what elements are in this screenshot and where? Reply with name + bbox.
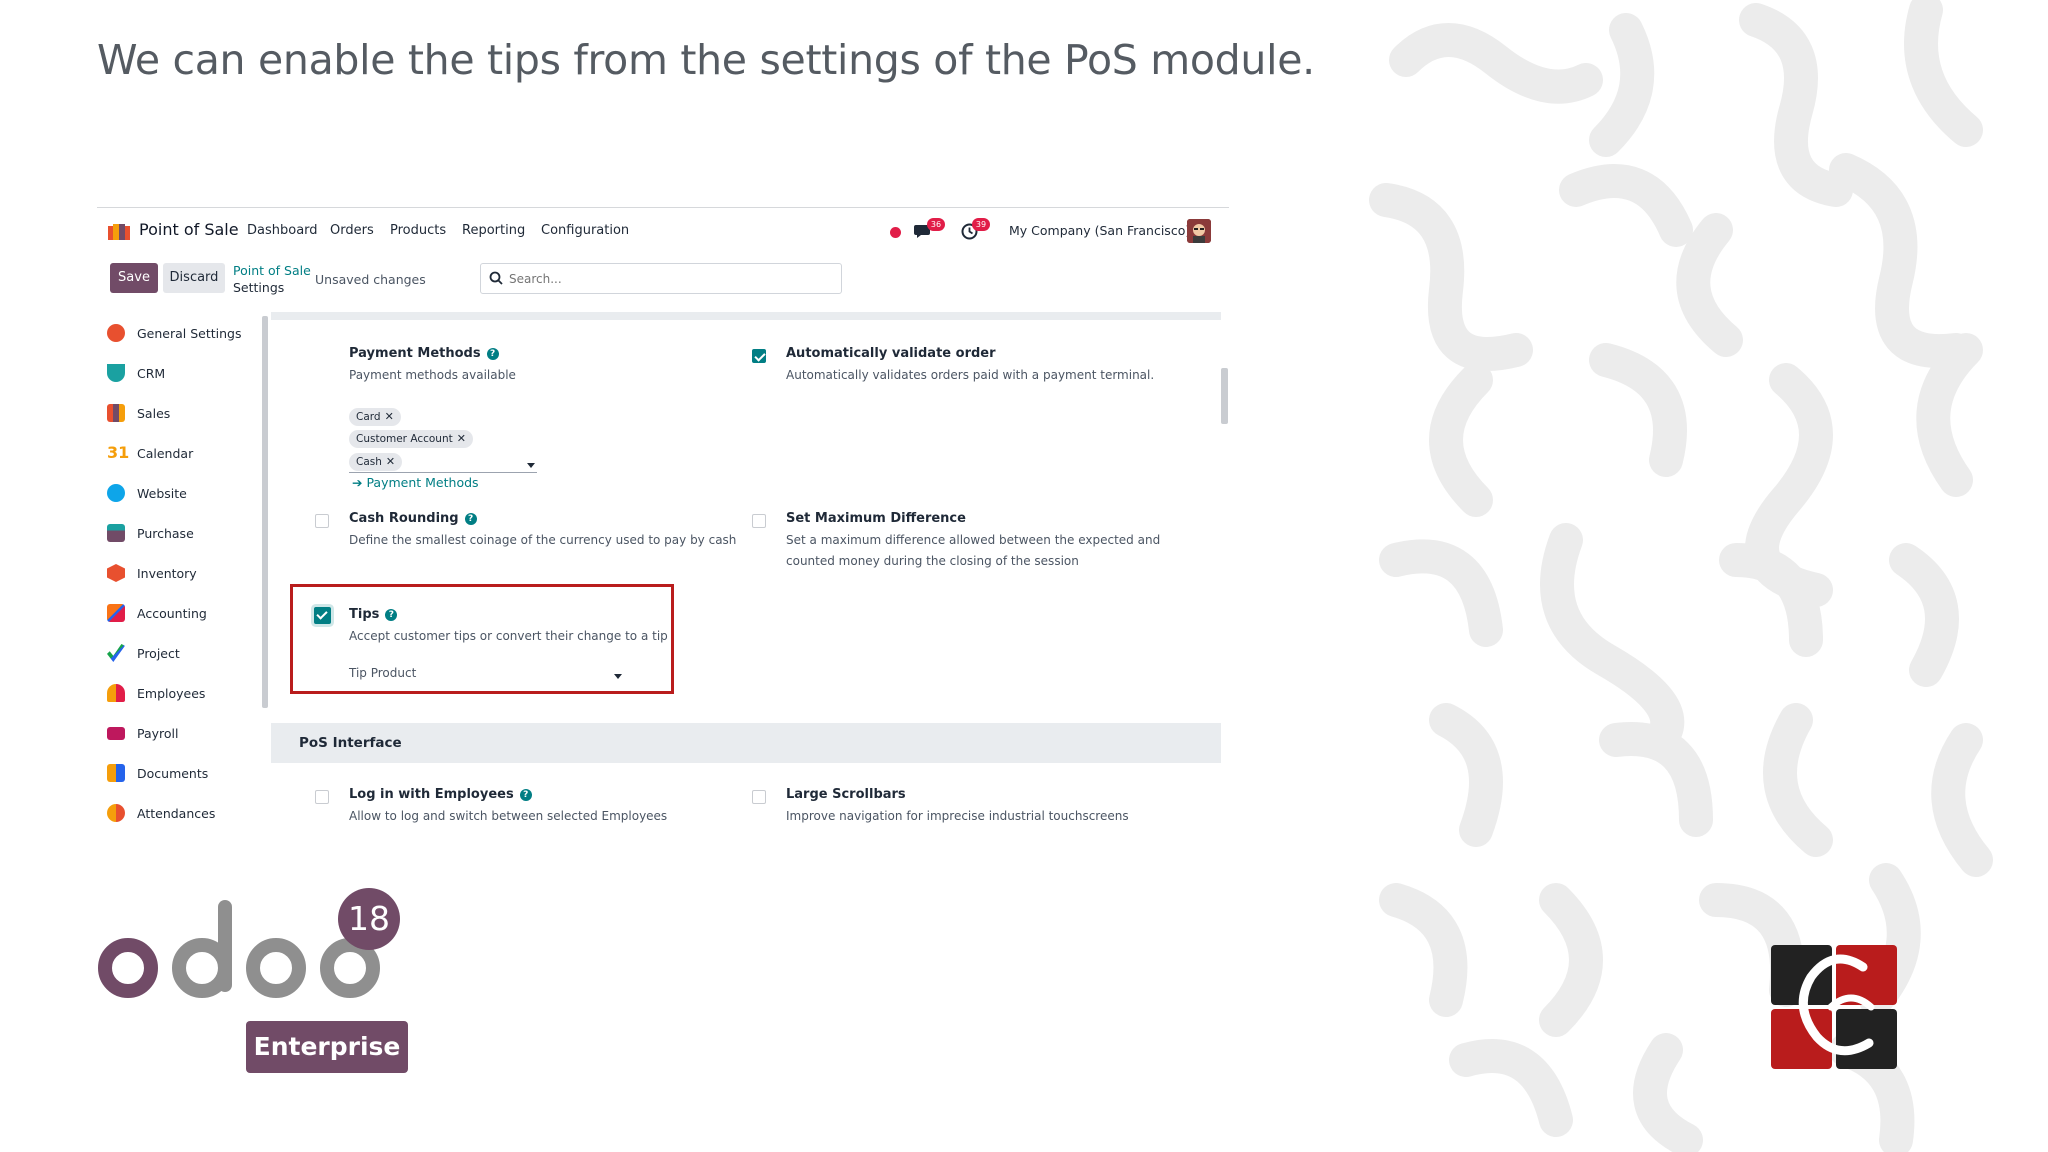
sidebar-item-purchase[interactable]: Purchase <box>107 518 257 548</box>
payment-methods-desc: Payment methods available <box>349 368 516 382</box>
sidebar-item-crm[interactable]: CRM <box>107 358 257 388</box>
general-settings-icon <box>107 324 125 342</box>
tips-highlight-box <box>290 584 674 694</box>
payment-methods-input-line[interactable] <box>349 472 537 473</box>
login-employees-checkbox[interactable] <box>315 790 329 804</box>
menu-orders[interactable]: Orders <box>330 223 374 238</box>
sidebar-item-payroll[interactable]: Payroll <box>107 718 257 748</box>
remove-tag-icon[interactable]: ✕ <box>385 410 394 423</box>
sidebar-item-project[interactable]: Project <box>107 638 257 668</box>
documents-icon <box>107 764 125 782</box>
sidebar-scrollbar[interactable] <box>262 316 268 708</box>
large-scrollbars-desc: Improve navigation for imprecise industr… <box>786 809 1129 823</box>
user-avatar[interactable] <box>1187 219 1211 243</box>
settings-sidebar: General Settings CRM Sales 31 Calendar W… <box>97 312 267 823</box>
menu-reporting[interactable]: Reporting <box>462 223 525 238</box>
sales-icon <box>107 404 125 422</box>
auto-validate-title: Automatically validate order <box>786 346 996 361</box>
project-icon <box>107 644 125 662</box>
payment-methods-setting: Payment Methods? <box>349 346 499 361</box>
search-box[interactable] <box>480 263 842 294</box>
slide-heading: We can enable the tips from the settings… <box>97 36 1315 84</box>
crm-icon <box>107 364 125 382</box>
max-difference-desc-line2: counted money during the closing of the … <box>786 554 1079 568</box>
purchase-icon <box>107 524 125 542</box>
cash-rounding-desc: Define the smallest coinage of the curre… <box>349 533 737 547</box>
sidebar-item-documents[interactable]: Documents <box>107 758 257 788</box>
version-badge: 18 <box>338 888 400 950</box>
odoo-settings-screenshot: Point of Sale Dashboard Orders Products … <box>97 207 1229 823</box>
cash-rounding-title: Cash Rounding <box>349 511 459 526</box>
website-icon <box>107 484 125 502</box>
large-scrollbars-title: Large Scrollbars <box>786 787 906 802</box>
sidebar-item-employees[interactable]: Employees <box>107 678 257 708</box>
section-title-pos-interface: PoS Interface <box>299 735 402 751</box>
breadcrumb-current: Settings <box>233 280 285 295</box>
remove-tag-icon[interactable]: ✕ <box>457 432 466 445</box>
point-of-sale-app-icon <box>108 224 130 240</box>
inventory-icon <box>107 564 125 582</box>
recording-indicator-icon[interactable] <box>890 227 901 238</box>
login-employees-setting: Log in with Employees? <box>349 787 532 802</box>
login-employees-desc: Allow to log and switch between selected… <box>349 809 668 823</box>
login-employees-title: Log in with Employees <box>349 787 514 802</box>
help-icon[interactable]: ? <box>486 348 499 360</box>
edition-badge: Enterprise <box>246 1021 408 1073</box>
messages-count-badge: 36 <box>927 218 945 231</box>
top-navbar: Point of Sale Dashboard Orders Products … <box>97 208 1229 253</box>
arrow-right-icon: ➔ <box>352 475 367 490</box>
chevron-down-icon[interactable] <box>527 463 535 468</box>
sidebar-item-attendances[interactable]: Attendances <box>107 798 257 823</box>
max-difference-title: Set Maximum Difference <box>786 511 966 526</box>
large-scrollbars-checkbox[interactable] <box>752 790 766 804</box>
sidebar-item-inventory[interactable]: Inventory <box>107 558 257 588</box>
help-icon[interactable]: ? <box>519 789 532 801</box>
search-input[interactable] <box>509 269 829 289</box>
tag-customer-account[interactable]: Customer Account ✕ <box>349 430 473 448</box>
help-icon[interactable]: ? <box>464 513 477 525</box>
section-header: PoS Interface <box>271 723 1221 763</box>
sidebar-item-sales[interactable]: Sales <box>107 398 257 428</box>
discard-button[interactable]: Discard <box>163 263 225 293</box>
remove-tag-icon[interactable]: ✕ <box>386 455 395 468</box>
company-switcher[interactable]: My Company (San Francisco) <box>1009 223 1190 238</box>
app-name[interactable]: Point of Sale <box>139 220 239 239</box>
activities-count-badge: 39 <box>972 218 990 231</box>
menu-products[interactable]: Products <box>390 223 446 238</box>
tag-cash[interactable]: Cash ✕ <box>349 453 403 471</box>
save-button[interactable]: Save <box>110 263 158 293</box>
decorative-pattern <box>1366 0 2048 1152</box>
calendar-icon: 31 <box>107 443 130 462</box>
max-difference-checkbox[interactable] <box>752 514 766 528</box>
menu-configuration[interactable]: Configuration <box>541 223 629 238</box>
cash-rounding-checkbox[interactable] <box>315 514 329 528</box>
max-difference-desc-line1: Set a maximum difference allowed between… <box>786 533 1161 547</box>
company-brand-logo <box>1771 945 1897 1069</box>
sidebar-item-accounting[interactable]: Accounting <box>107 598 257 628</box>
content-top-band <box>271 312 1221 320</box>
tag-card[interactable]: Card ✕ <box>349 408 401 426</box>
unsaved-changes-status: Unsaved changes <box>315 272 426 287</box>
search-icon <box>489 271 503 285</box>
payment-methods-title: Payment Methods <box>349 346 481 361</box>
content-scrollbar[interactable] <box>1221 368 1228 424</box>
cash-rounding-setting: Cash Rounding? <box>349 511 477 526</box>
payroll-icon <box>107 726 125 740</box>
breadcrumb-parent[interactable]: Point of Sale <box>233 263 311 278</box>
sidebar-item-general-settings[interactable]: General Settings <box>107 318 257 348</box>
control-panel: Save Discard Point of Sale Settings Unsa… <box>97 253 1229 303</box>
attendances-icon <box>107 804 125 822</box>
menu-dashboard[interactable]: Dashboard <box>247 223 318 238</box>
accounting-icon <box>107 604 125 622</box>
sidebar-item-website[interactable]: Website <box>107 478 257 508</box>
auto-validate-checkbox[interactable] <box>752 349 766 363</box>
employees-icon <box>107 684 125 702</box>
sidebar-item-calendar[interactable]: 31 Calendar <box>107 438 257 468</box>
auto-validate-desc: Automatically validates orders paid with… <box>786 368 1155 382</box>
payment-methods-link[interactable]: ➔ Payment Methods <box>352 475 479 490</box>
